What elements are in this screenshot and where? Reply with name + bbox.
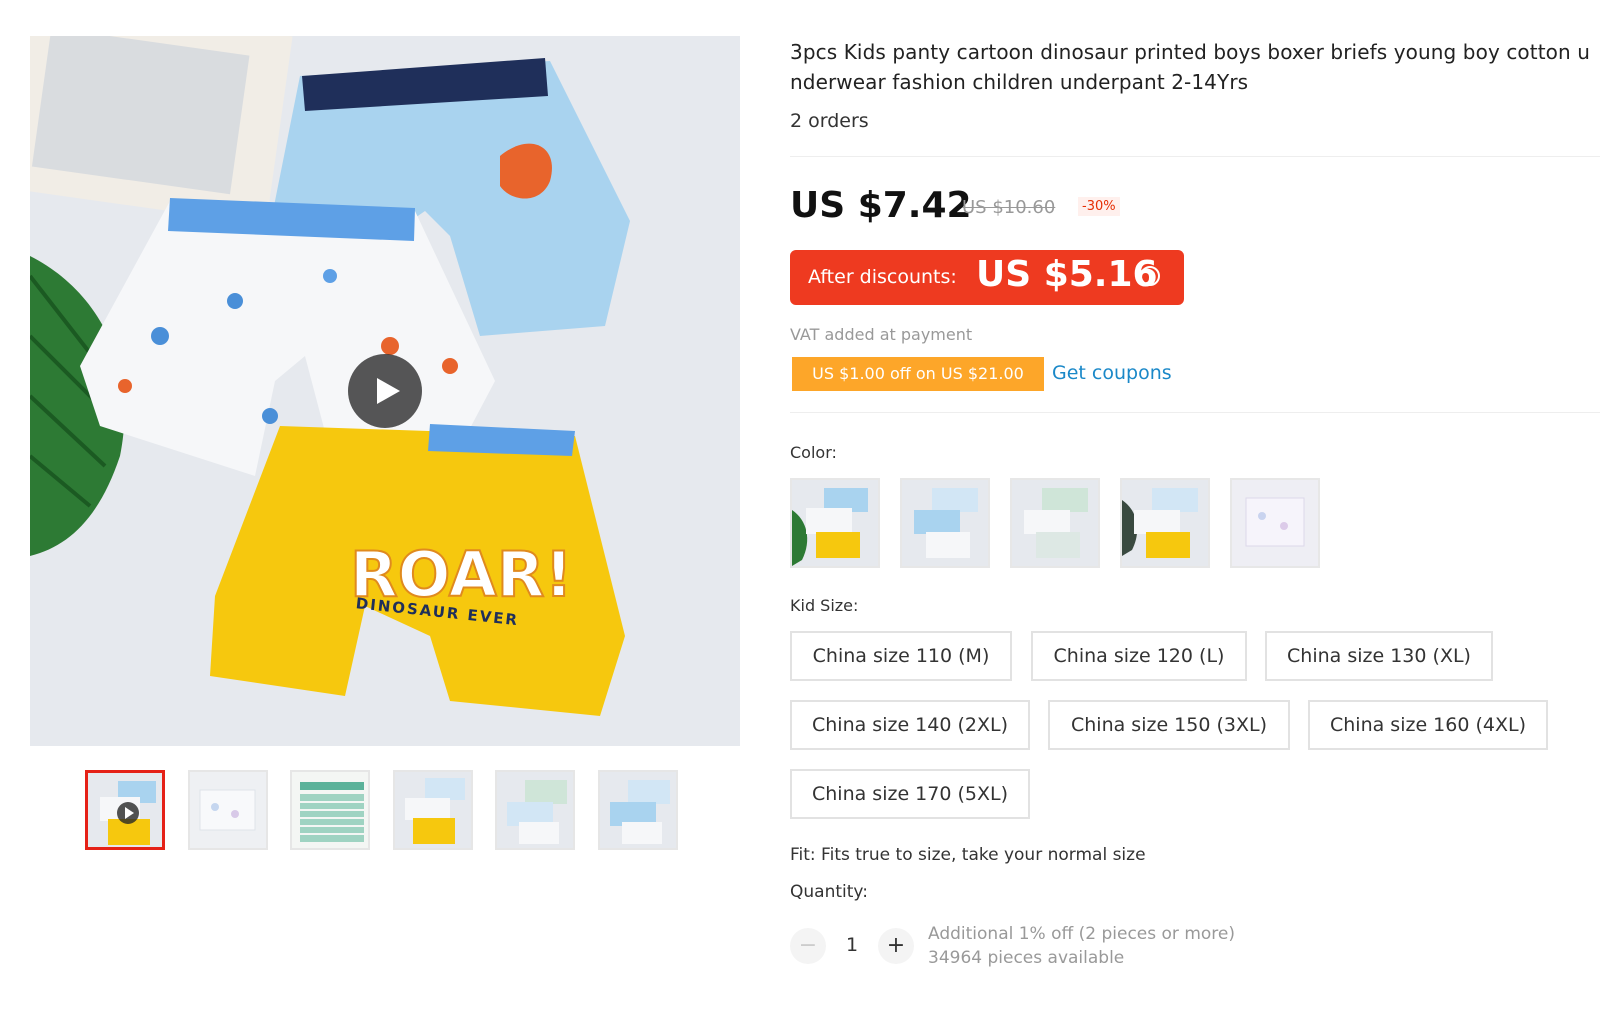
thumbnail-video[interactable] bbox=[85, 770, 165, 850]
size-option-120[interactable]: China size 120 (L) bbox=[1031, 631, 1247, 681]
color-swatch[interactable] bbox=[1120, 478, 1210, 568]
coupon-badge: US $1.00 off on US $21.00 bbox=[792, 357, 1044, 391]
size-option-150[interactable]: China size 150 (3XL) bbox=[1048, 700, 1290, 750]
color-label: Color: bbox=[790, 443, 837, 462]
bulk-discount-note: Additional 1% off (2 pieces or more) bbox=[928, 924, 1235, 944]
after-discounts-banner[interactable]: After discounts: US $5.16 ? bbox=[790, 250, 1184, 305]
discount-badge: -30% bbox=[1078, 197, 1120, 216]
color-swatch[interactable] bbox=[900, 478, 990, 568]
quantity-decrease-button[interactable]: − bbox=[790, 928, 826, 964]
original-price: US $10.60 bbox=[962, 197, 1056, 218]
thumbnail-image[interactable] bbox=[393, 770, 473, 850]
main-product-image[interactable]: ROAR! DINOSAUR EVER bbox=[30, 36, 740, 746]
size-option-110[interactable]: China size 110 (M) bbox=[790, 631, 1012, 681]
kid-size-label: Kid Size: bbox=[790, 596, 859, 615]
size-option-130[interactable]: China size 130 (XL) bbox=[1265, 631, 1493, 681]
thumbnail-strip bbox=[85, 770, 705, 856]
fit-note: Fit: Fits true to size, take your normal… bbox=[790, 845, 1146, 865]
vat-note: VAT added at payment bbox=[790, 325, 973, 344]
size-option-170[interactable]: China size 170 (5XL) bbox=[790, 769, 1030, 819]
play-icon bbox=[377, 378, 400, 404]
play-video-button[interactable] bbox=[348, 354, 422, 428]
product-info-panel: 3pcs Kids panty cartoon dinosaur printed… bbox=[790, 0, 1600, 1019]
quantity-value[interactable]: 1 bbox=[846, 934, 858, 956]
thumbnail-image[interactable] bbox=[188, 770, 268, 850]
size-option-140[interactable]: China size 140 (2XL) bbox=[790, 700, 1030, 750]
after-discounts-label: After discounts: bbox=[808, 266, 957, 288]
color-swatch[interactable] bbox=[1230, 478, 1320, 568]
after-discounts-amount: US $5.16 bbox=[976, 254, 1158, 295]
divider bbox=[790, 156, 1600, 157]
color-swatch[interactable] bbox=[790, 478, 880, 568]
size-option-160[interactable]: China size 160 (4XL) bbox=[1308, 700, 1548, 750]
thumbnail-image[interactable] bbox=[598, 770, 678, 850]
orders-count: 2 orders bbox=[790, 110, 869, 132]
quantity-label: Quantity: bbox=[790, 882, 868, 902]
color-swatch[interactable] bbox=[1010, 478, 1100, 568]
divider bbox=[790, 412, 1600, 413]
product-title: 3pcs Kids panty cartoon dinosaur printed… bbox=[790, 40, 1590, 94]
quantity-increase-button[interactable]: + bbox=[878, 928, 914, 964]
stock-available-note: 34964 pieces available bbox=[928, 948, 1125, 968]
help-circle-icon[interactable]: ? bbox=[1140, 266, 1160, 286]
get-coupons-link[interactable]: Get coupons bbox=[1052, 362, 1172, 384]
thumbnail-size-chart[interactable] bbox=[290, 770, 370, 850]
thumbnail-image[interactable] bbox=[495, 770, 575, 850]
quantity-note: Additional 1% off (2 pieces or more) 349… bbox=[928, 922, 1235, 970]
current-price: US $7.42 bbox=[790, 185, 972, 226]
